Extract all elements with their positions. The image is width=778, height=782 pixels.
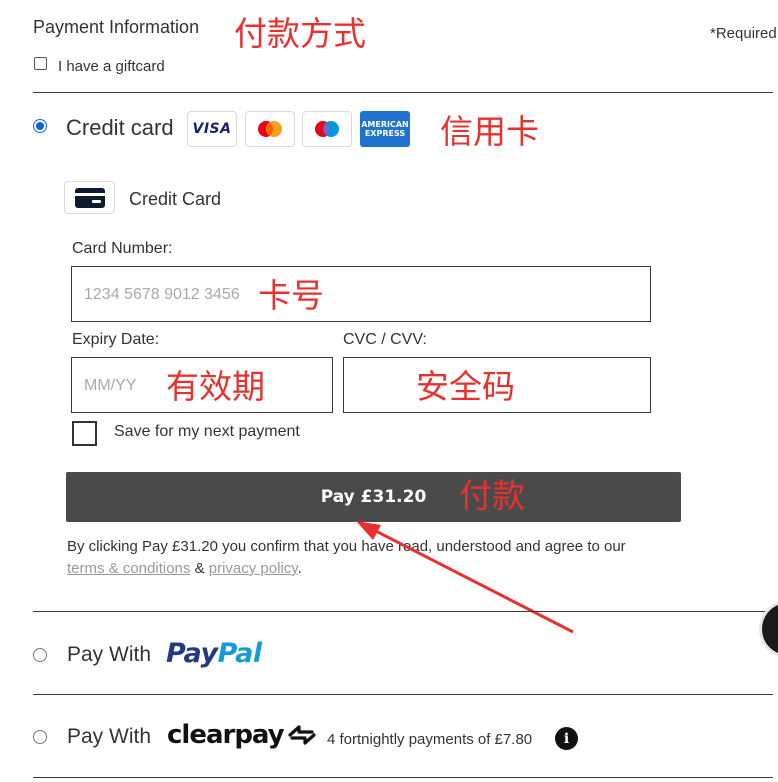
credit-card-method-title: Credit Card <box>129 189 222 209</box>
amex-line2: EXPRESS <box>364 129 406 138</box>
mastercard-logo <box>245 111 295 147</box>
maestro-logo <box>302 111 352 147</box>
paypal-radio[interactable] <box>33 648 47 662</box>
pay-button-label: Pay £31.20 <box>320 487 427 507</box>
pay-button[interactable]: Pay £31.20 <box>66 472 681 522</box>
terms-conditions-link[interactable]: terms & conditions <box>67 560 190 577</box>
clearpay-installments: 4 fortnightly payments of £7.80 <box>327 731 533 748</box>
card-number-input[interactable]: 1234 5678 9012 3456 <box>71 266 651 322</box>
pay-annotation: 付款 <box>459 476 525 515</box>
amex-logo: AMERICAN EXPRESS <box>360 111 410 147</box>
expiry-annotation: 有效期 <box>166 367 265 406</box>
info-icon[interactable]: i <box>555 727 578 750</box>
clearpay-logo-text: clearpay <box>167 720 285 750</box>
amex-line1: AMERICAN <box>361 120 409 129</box>
save-payment-checkbox[interactable] <box>72 421 97 446</box>
credit-card-option-label: Credit card <box>66 115 174 140</box>
save-payment-label: Save for my next payment <box>114 423 300 440</box>
cvc-annotation: 安全码 <box>416 367 515 406</box>
expiry-placeholder: MM/YY <box>84 377 137 394</box>
giftcard-label: I have a giftcard <box>58 58 165 75</box>
credit-card-icon <box>64 181 115 214</box>
required-note: *Required <box>710 25 777 42</box>
clearpay-radio[interactable] <box>33 730 47 744</box>
terms-text: By clicking Pay £31.20 you confirm that … <box>67 538 626 555</box>
paypal-pay-with-label: Pay With <box>67 643 152 666</box>
paypal-logo-pay: Pay <box>166 638 218 669</box>
credit-card-annotation: 信用卡 <box>440 112 539 151</box>
expiry-label: Expiry Date: <box>72 331 160 348</box>
divider-top <box>33 92 773 93</box>
visa-logo: VISA <box>187 111 237 147</box>
card-number-annotation: 卡号 <box>258 276 324 315</box>
card-number-placeholder: 1234 5678 9012 3456 <box>84 286 240 303</box>
privacy-policy-link[interactable]: privacy policy <box>209 560 298 577</box>
divider-clearpay <box>33 694 773 695</box>
info-icon-glyph: i <box>563 730 570 747</box>
cvc-label: CVC / CVV: <box>343 331 427 348</box>
terms-period: . <box>297 560 302 577</box>
terms-ampersand: & <box>194 560 205 577</box>
credit-card-radio[interactable] <box>33 119 47 133</box>
paypal-logo-pal: Pal <box>217 638 263 669</box>
clearpay-pay-with-label: Pay With <box>67 725 152 748</box>
payment-method-annotation: 付款方式 <box>234 14 366 53</box>
divider-bottom <box>33 777 773 778</box>
giftcard-checkbox[interactable] <box>34 57 47 70</box>
terms-links-line: terms & conditions & privacy policy. <box>67 560 302 577</box>
card-number-label: Card Number: <box>72 240 173 257</box>
payment-info-title: Payment Information <box>33 17 200 37</box>
clearpay-logo: clearpay <box>167 720 318 750</box>
paypal-logo: PayPal <box>166 638 262 669</box>
visa-logo-text: VISA <box>192 121 232 137</box>
divider-paypal <box>33 611 778 612</box>
clearpay-arrows-icon <box>288 725 316 745</box>
